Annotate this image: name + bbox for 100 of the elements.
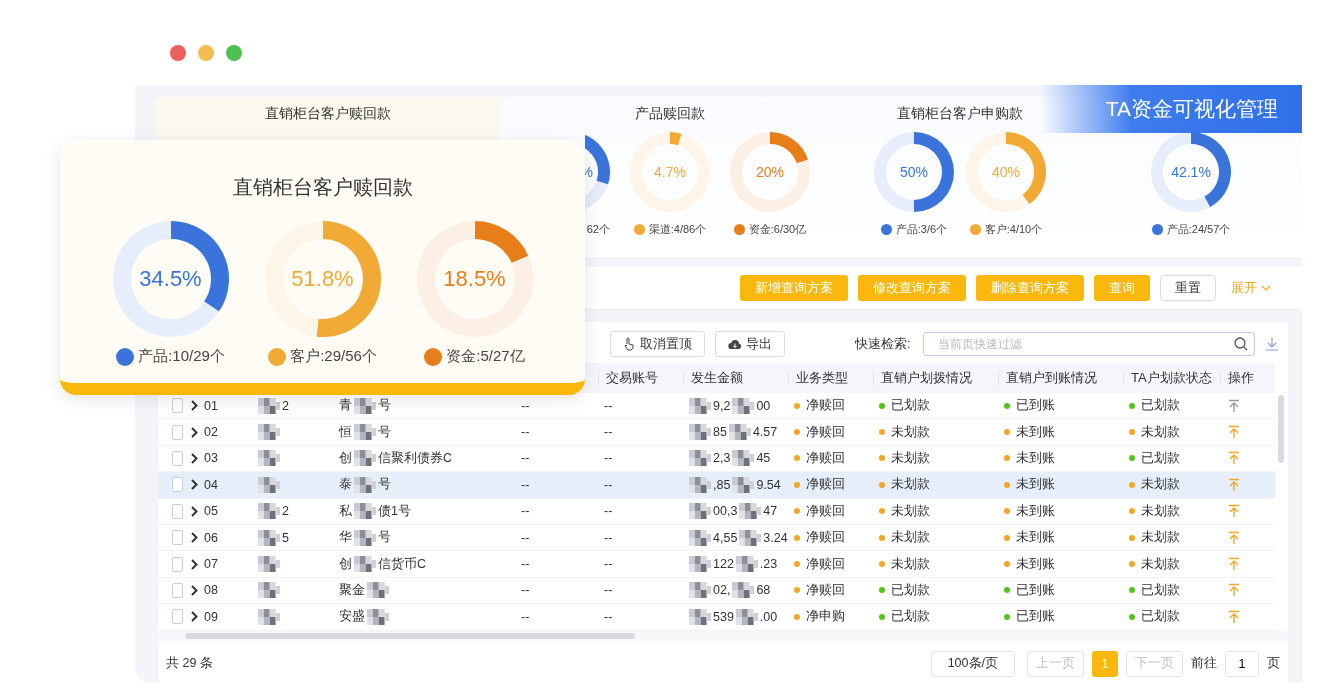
legend-dot <box>733 224 745 235</box>
table-cell: -- <box>604 504 613 519</box>
table-row[interactable]: 06 5 华 号 -- -- 4,55 3.24 净赎回 未划款 未到账 未划款 <box>158 524 1275 552</box>
row-checkbox[interactable] <box>172 556 183 572</box>
pin-to-top-icon[interactable] <box>1228 557 1240 572</box>
legend-dot <box>424 347 443 366</box>
pixelated-blur <box>258 476 280 493</box>
expand-chevron-icon[interactable] <box>191 532 198 544</box>
table-cell-fragment: 信聚利债券C <box>378 449 453 467</box>
expand-chevron-icon[interactable] <box>191 505 198 517</box>
status-text: 未划款 <box>891 423 930 441</box>
table-cell: -- <box>604 477 613 492</box>
column-header: 业务类型 <box>796 370 848 385</box>
status-text: 未到账 <box>1016 529 1055 547</box>
expand-chevron-icon[interactable] <box>191 452 198 464</box>
cloud-download-icon[interactable] <box>728 338 742 350</box>
legend-label: 62个 <box>586 222 610 237</box>
pin-to-top-icon[interactable] <box>1228 451 1240 466</box>
expand-chevron-icon[interactable] <box>191 584 198 596</box>
table-cell-fragment: 号 <box>378 529 391 547</box>
pixelated-blur <box>258 503 280 520</box>
pixelated-blur <box>367 608 389 625</box>
table-cell-fragment: ,85 <box>713 477 731 492</box>
table-row[interactable]: 07 创 信货币C -- -- 122 .23 净赎回 未划款 未到账 未划款 <box>158 551 1275 578</box>
row-number: 01 <box>204 398 218 413</box>
status-text: 未划款 <box>1141 423 1180 441</box>
legend-label: 产品:10/29个 <box>138 347 225 366</box>
row-checkbox[interactable] <box>172 530 183 546</box>
expand-chevron-icon[interactable] <box>191 479 198 491</box>
legend-label: 渠道:4/86个 <box>648 222 707 237</box>
table-cell-fragment: 债1号 <box>378 502 411 520</box>
row-number: 07 <box>204 557 218 572</box>
table-cell: -- <box>604 583 613 598</box>
table-cell-fragment: 68 <box>756 583 771 598</box>
legend-dot <box>969 224 981 235</box>
pixelated-blur <box>689 556 711 573</box>
legend-label: 资金:6/30亿 <box>748 222 807 237</box>
row-checkbox[interactable] <box>172 582 183 598</box>
chevron-down-icon[interactable] <box>1261 285 1271 291</box>
legend-dot <box>633 224 645 235</box>
status-text: 已划款 <box>1141 581 1180 599</box>
unpin-button[interactable]: 取消置顶 <box>610 331 705 357</box>
table-cell-fragment: 2 <box>282 398 289 413</box>
row-checkbox[interactable] <box>172 477 183 493</box>
maximize-dot[interactable] <box>226 45 242 61</box>
donut-percentage: 50% <box>900 165 928 179</box>
pixelated-blur <box>354 476 376 493</box>
status-text: 已到账 <box>1016 581 1055 599</box>
download-icon[interactable] <box>1264 337 1279 351</box>
page-input[interactable]: 1 <box>1225 650 1259 677</box>
pixelated-blur <box>354 529 376 546</box>
scrollbar-thumb[interactable] <box>1278 395 1284 463</box>
page-size-select[interactable]: 100条/页 <box>930 650 1015 677</box>
pin-to-top-icon[interactable] <box>1228 477 1240 492</box>
pin-to-top-icon[interactable] <box>1228 530 1240 545</box>
table-cell: -- <box>604 530 613 545</box>
minimize-dot[interactable] <box>198 45 214 61</box>
table-cell-fragment: 122 <box>713 557 734 572</box>
search-icon[interactable] <box>1233 337 1248 351</box>
table-cell-fragment: 02, <box>713 583 731 598</box>
table-cell-fragment: 安盛 <box>339 608 365 626</box>
row-checkbox[interactable] <box>172 424 183 440</box>
table-cell-fragment: .23 <box>759 557 778 572</box>
table-cell: -- <box>521 557 530 572</box>
title-banner: TA资金可视化管理 <box>1040 85 1302 133</box>
table-cell-fragment: 创 <box>339 449 352 467</box>
table-cell-fragment: 华 <box>339 529 352 547</box>
table-row[interactable]: 08 聚金 -- -- 02, 68 净赎回 已划款 已到账 已划款 <box>158 577 1275 605</box>
pixelated-blur <box>689 529 711 546</box>
expand-chevron-icon[interactable] <box>191 558 198 570</box>
reset-button[interactable]: 重置 <box>1160 275 1216 301</box>
search-field[interactable]: 当前页快速过滤 <box>922 332 1255 356</box>
scrollbar-thumb[interactable] <box>185 632 635 639</box>
table-cell: -- <box>521 451 530 466</box>
pin-to-top-icon[interactable] <box>1228 583 1240 598</box>
row-number: 06 <box>204 530 218 545</box>
close-dot[interactable] <box>170 45 186 61</box>
pin-to-top-icon[interactable] <box>1228 504 1240 519</box>
table-row[interactable]: 09 安盛 -- -- 539 .00 净申购 已划款 已到账 已划款 <box>158 604 1275 631</box>
pin-to-top-icon[interactable] <box>1228 425 1240 440</box>
status-text: 已划款 <box>891 608 930 626</box>
row-checkbox[interactable] <box>172 398 183 414</box>
table-row[interactable]: 04 泰 号 -- -- ,85 9.54 净赎回 未划款 未到账 未划款 <box>158 472 1275 499</box>
expand-chevron-icon[interactable] <box>191 611 198 623</box>
table-row[interactable]: 05 2 私 债1号 -- -- 00,3 47 净赎回 未划款 未到账 未划款 <box>158 498 1275 525</box>
total-count: 共 29 条 <box>166 655 214 672</box>
pin-to-top-icon[interactable] <box>1228 609 1240 624</box>
chart-group-title: 直销柜台客户申购款 <box>897 105 1023 121</box>
row-checkbox[interactable] <box>172 609 183 625</box>
table-row[interactable]: 02 恒 号 -- -- 85 4.57 净赎回 未划款 未到账 未划款 <box>158 419 1275 446</box>
row-checkbox[interactable] <box>172 450 183 466</box>
status-text: 未到账 <box>1016 555 1055 573</box>
expand-chevron-icon[interactable] <box>191 426 198 438</box>
pixelated-blur <box>258 582 280 599</box>
row-checkbox[interactable] <box>172 503 183 519</box>
export-button[interactable]: 导出 <box>715 331 785 357</box>
status-text: 已到账 <box>1016 397 1055 415</box>
legend-label: 资金:5/27亿 <box>446 347 525 366</box>
legend-label: 客户:29/56个 <box>290 347 377 366</box>
expand-chevron-icon[interactable] <box>191 400 198 412</box>
